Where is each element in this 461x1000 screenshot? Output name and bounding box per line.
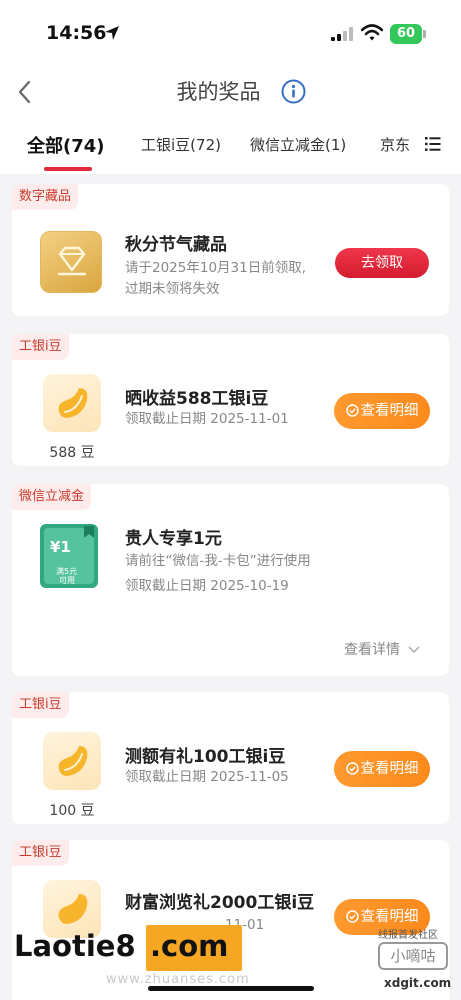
nav-bar: 我的奖品 xyxy=(0,66,461,122)
view-details-label: 查看明细 xyxy=(360,909,419,925)
check-circle-icon xyxy=(345,404,359,417)
bean-quantity: 588 豆 xyxy=(49,445,95,461)
chevron-down-icon xyxy=(408,646,420,654)
tab-bar: 全部(74) 工银i豆(72) 微信立减金(1) 京东 xyxy=(0,122,461,174)
view-details-button[interactable]: 查看明细 xyxy=(334,393,430,429)
category-tag: 工银i豆 xyxy=(12,334,69,360)
watermark-brand: Laotie8 xyxy=(14,929,136,963)
prize-deadline: 领取截止日期 2025-10-19 xyxy=(125,578,289,594)
watermark-brand-com: .com xyxy=(150,929,229,963)
prize-deadline: 领取截止日期 2025-11-01 xyxy=(125,411,289,427)
status-bar: 14:56 60 xyxy=(0,0,461,66)
prize-card-digital: 数字藏品 秋分节气藏品 请于2025年10月31日前领取, 过期未领将失效 去领… xyxy=(12,184,449,316)
bookmark-icon xyxy=(84,526,94,538)
prize-title: 晒收益588工银i豆 xyxy=(125,389,269,409)
digital-collectible-thumbnail xyxy=(40,231,102,293)
view-details-label: 查看明细 xyxy=(360,761,419,777)
watermark-community-label: 线报首发社区 xyxy=(378,930,438,941)
prize-card-beans-100: 工银i豆 100 豆 测额有礼100工银i豆 领取截止日期 2025-11-05… xyxy=(12,692,449,824)
prize-desc-2: 过期未领将失效 xyxy=(125,281,220,297)
tab-all[interactable]: 全部(74) xyxy=(27,132,105,158)
wifi-icon xyxy=(361,24,383,41)
bean-thumbnail xyxy=(43,732,101,790)
coupon-amount: ¥1 xyxy=(50,538,71,556)
tab-jd[interactable]: 京东 xyxy=(380,134,410,155)
diamond-icon xyxy=(57,246,87,276)
battery-indicator: 60 xyxy=(390,24,422,44)
coupon-thumbnail: ¥1 满5元 可用 xyxy=(40,524,98,588)
watermark-badge: 小嘀咕 xyxy=(378,942,448,970)
watermark-url: xdgit.com xyxy=(384,976,452,990)
cellular-signal-icon xyxy=(331,27,353,41)
bean-thumbnail xyxy=(43,374,101,432)
view-more-link[interactable]: 查看详情 xyxy=(344,639,420,659)
bean-quantity: 100 豆 xyxy=(49,803,95,819)
status-time: 14:56 xyxy=(46,22,107,44)
view-details-label: 查看明细 xyxy=(360,403,419,419)
prize-title: 秋分节气藏品 xyxy=(125,235,227,255)
page-title: 我的奖品 xyxy=(176,80,261,104)
home-indicator[interactable] xyxy=(148,986,314,991)
info-icon[interactable] xyxy=(281,79,306,104)
active-tab-underline xyxy=(44,167,92,171)
watermark-faint-url: www.zhuanses.com xyxy=(106,972,250,987)
battery-tip xyxy=(423,30,426,38)
view-more-label: 查看详情 xyxy=(344,642,400,658)
prize-deadline: 领取截止日期 2025-11-05 xyxy=(125,769,289,785)
bean-icon xyxy=(58,746,88,776)
check-circle-icon xyxy=(345,910,359,923)
tab-icbc-beans[interactable]: 工银i豆(72) xyxy=(141,134,221,155)
prize-desc: 请于2025年10月31日前领取, xyxy=(125,260,307,276)
category-tag: 数字藏品 xyxy=(12,184,79,210)
category-tag: 微信立减金 xyxy=(12,484,92,510)
coupon-condition-2: 可用 xyxy=(59,576,75,585)
prize-title: 测额有礼100工银i豆 xyxy=(125,747,286,767)
prize-card-beans-588: 工银i豆 588 豆 晒收益588工银i豆 领取截止日期 2025-11-01 … xyxy=(12,334,449,466)
prize-usage: 请前往“微信-我-卡包”进行使用 xyxy=(125,553,311,569)
prize-title: 贵人专享1元 xyxy=(125,529,222,549)
prize-title: 财富浏览礼2000工银i豆 xyxy=(125,893,315,913)
prize-card-wechat-coupon: 微信立减金 ¥1 满5元 可用 贵人专享1元 请前往“微信-我-卡包”进行使用 … xyxy=(12,484,449,676)
list-menu-icon xyxy=(425,137,441,151)
category-tag: 工银i豆 xyxy=(12,840,69,866)
bean-icon xyxy=(58,388,88,418)
claim-button[interactable]: 去领取 xyxy=(335,248,429,278)
view-details-button[interactable]: 查看明细 xyxy=(334,751,430,787)
tab-wechat-coupon[interactable]: 微信立减金(1) xyxy=(250,134,346,155)
category-tag: 工银i豆 xyxy=(12,692,69,718)
location-arrow-icon xyxy=(105,26,119,40)
check-circle-icon xyxy=(345,762,359,775)
tab-menu-button[interactable] xyxy=(412,122,461,174)
